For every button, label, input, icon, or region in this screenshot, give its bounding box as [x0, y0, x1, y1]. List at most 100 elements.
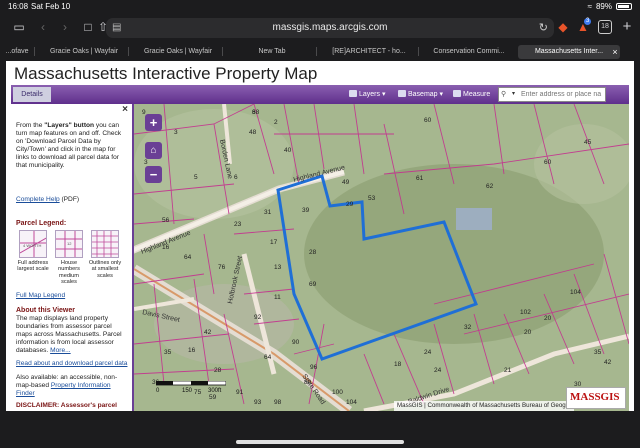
rewards-badge: 3 [584, 18, 592, 25]
layers-button[interactable]: Layers ▾ [349, 88, 385, 101]
basemap-button[interactable]: Basemap ▾ [398, 88, 443, 101]
full-map-legend-line: Full Map Legend [16, 292, 128, 300]
tab-5[interactable]: Conservation Commi... [424, 45, 514, 59]
parcel-number: 104 [346, 399, 357, 406]
parcel-number: 76 [218, 264, 226, 271]
close-icon[interactable]: × [122, 104, 128, 114]
parcel-number: 16 [188, 347, 196, 354]
legend-caption-1: Full address largest scale [17, 260, 49, 273]
status-bar: 16:08 Sat Feb 10 ≈ 89% [0, 0, 640, 14]
tab-4[interactable]: [RE]ARCHITECT - ho... [324, 45, 414, 59]
parcel-number: 17 [270, 239, 278, 246]
pool-shape [456, 208, 492, 230]
parcel-number: 24 [424, 349, 432, 356]
parcel-number: 32 [464, 324, 472, 331]
intro-text: From the "Layers" button you can turn ma… [16, 122, 122, 170]
parcel-number: 62 [486, 183, 494, 190]
parcel-number: 60 [544, 159, 552, 166]
forward-icon[interactable]: › [58, 20, 72, 34]
about-heading: About this Viewer [16, 307, 75, 314]
zoom-out-button[interactable]: − [145, 166, 162, 183]
disclaimer-text: DISCLAIMER: Assessor's parcel [16, 402, 117, 409]
parcel-number: 35 [594, 349, 602, 356]
legend-house-numbers-image: 12 [55, 230, 83, 258]
parcel-number: 96 [310, 364, 318, 371]
read-download-line: Read about and download parcel data [16, 360, 128, 368]
tab-0[interactable]: ...ofave [4, 45, 30, 59]
search-icon: ⚲ [501, 91, 507, 98]
parcel-number: 91 [236, 389, 244, 396]
tab-2[interactable]: Gracie Oaks | Wayfair [136, 45, 220, 59]
parcel-number: 20 [524, 329, 532, 336]
legend-caption-3: Outlines only at smallest scales [88, 260, 122, 279]
parcel-number: 64 [264, 354, 272, 361]
complete-help-link[interactable]: Complete Help [16, 196, 60, 203]
browser-toolbar: ▭ ‹ › □ ⇧ ▤ massgis.maps.arcgis.com ↻ ◆ … [0, 14, 640, 42]
layers-icon [349, 90, 357, 97]
parcel-number: 18 [394, 361, 402, 368]
map-attribution: MassGIS | Commonwealth of Massachusetts … [394, 401, 574, 411]
parcel-number: 60 [424, 117, 432, 124]
parcel-number: 42 [204, 329, 212, 336]
page-title: Massachusetts Interactive Property Map [14, 64, 318, 83]
bookmarks-icon[interactable]: □ [81, 20, 95, 34]
read-download-link[interactable]: Read about and download parcel data [16, 360, 127, 367]
parcel-number: 40 [284, 147, 292, 154]
parcel-number: 6 [234, 174, 238, 181]
basemap-icon [398, 90, 406, 97]
parcel-number: 64 [184, 254, 192, 261]
svg-text:4 WORTH: 4 WORTH [23, 243, 41, 248]
parcel-number: 100 [332, 389, 343, 396]
map-canvas: Highland Avenue Highland Avenue Holbrook… [134, 104, 629, 411]
zoom-in-button[interactable]: + [145, 114, 162, 131]
parcel-number: 61 [416, 175, 424, 182]
parcel-number: 56 [162, 217, 170, 224]
parcel-number: 21 [504, 367, 512, 374]
details-panel: × From the "Layers" button you can turn … [11, 104, 134, 411]
basemap-label: Basemap [408, 91, 438, 98]
parcel-number: 5 [194, 174, 198, 181]
home-indicator[interactable] [236, 440, 404, 444]
map-menubar: Details Layers ▾ Basemap ▾ Measure ⚲ ▾ [11, 85, 629, 104]
scale-bar: 0 150 300ft [156, 381, 226, 397]
tab-3[interactable]: New Tab [230, 45, 314, 59]
tab-active[interactable]: Massachusetts Inter... [518, 45, 620, 59]
web-page: Massachusetts Interactive Property Map D… [6, 61, 634, 411]
parcel-number: 2 [274, 119, 278, 126]
tab-1[interactable]: Gracie Oaks | Wayfair [42, 45, 126, 59]
new-tab-icon[interactable]: + [620, 19, 634, 34]
search-box[interactable]: ⚲ ▾ [498, 87, 606, 102]
parcel-number: 3 [174, 129, 178, 136]
parcel-number: 53 [368, 195, 376, 202]
parcel-number: 11 [274, 294, 281, 301]
parcel-number: 92 [254, 314, 262, 321]
measure-button[interactable]: Measure [453, 88, 490, 101]
details-tab[interactable]: Details [13, 87, 51, 102]
parcel-number: 29 [346, 201, 354, 208]
full-map-legend-link[interactable]: Full Map Legend [16, 292, 65, 299]
map-view[interactable]: Highland Avenue Highland Avenue Holbrook… [134, 104, 629, 411]
tab-count-button[interactable]: 18 [598, 20, 612, 34]
address-bar[interactable]: ▤ massgis.maps.arcgis.com ↻ [106, 18, 554, 38]
about-more-link[interactable]: More... [50, 347, 71, 354]
also-available-text: Also available: an accessible, non-map-b… [16, 374, 118, 398]
legend-caption-2: House numbers medium scales [58, 260, 80, 286]
parcel-number: 102 [520, 309, 531, 316]
parcel-number: 68 [252, 109, 260, 116]
back-icon[interactable]: ‹ [36, 20, 50, 34]
reload-icon[interactable]: ↻ [539, 18, 548, 38]
home-button[interactable]: ⌂ [145, 142, 162, 159]
parcel-number: 80 [304, 379, 312, 386]
about-text: The map displays land property boundarie… [16, 315, 122, 355]
measure-label: Measure [463, 91, 491, 98]
search-input[interactable] [521, 89, 603, 100]
brave-shield-icon[interactable]: ◆ [556, 20, 570, 34]
sidebar-icon[interactable]: ▭ [12, 20, 26, 34]
page-icon: ▤ [112, 22, 122, 33]
parcel-number: 98 [274, 399, 282, 406]
search-dropdown-icon[interactable]: ▾ [512, 88, 515, 101]
status-right: ≈ 89% [588, 2, 632, 11]
parcel-number: 35 [164, 349, 172, 356]
parcel-number: 104 [570, 289, 581, 296]
close-tab-icon[interactable]: × [608, 45, 622, 59]
